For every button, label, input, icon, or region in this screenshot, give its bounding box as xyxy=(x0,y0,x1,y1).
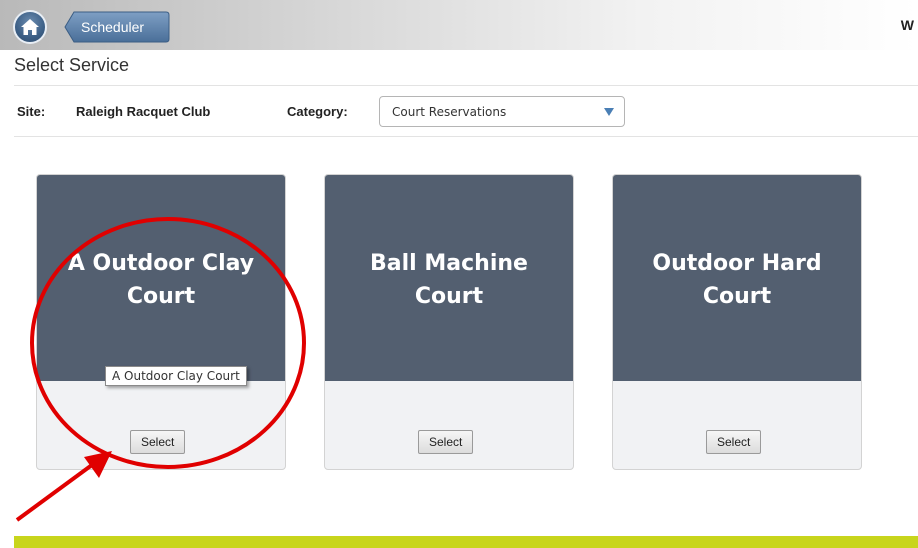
top-bar: Scheduler W xyxy=(0,0,918,50)
select-button[interactable]: Select xyxy=(706,430,762,454)
site-label: Site: xyxy=(17,104,46,119)
site-value: Raleigh Racquet Club xyxy=(76,104,211,119)
divider xyxy=(14,136,918,137)
footer-bar xyxy=(14,536,918,548)
service-title: Outdoor Hard Court xyxy=(652,251,822,309)
service-card-header: A Outdoor Clay Court xyxy=(37,175,285,381)
annotation-arrow-shaft xyxy=(15,460,98,522)
service-card-ball-machine[interactable]: Ball Machine Court Select xyxy=(324,174,574,470)
select-button[interactable]: Select xyxy=(130,430,186,454)
home-icon xyxy=(21,19,39,35)
service-card-hard[interactable]: Outdoor Hard Court Select xyxy=(612,174,862,470)
dropdown-arrow-icon xyxy=(604,108,614,116)
service-card-header: Ball Machine Court xyxy=(325,175,573,381)
divider xyxy=(14,85,918,86)
category-select-value: Court Reservations xyxy=(392,105,507,119)
category-label: Category: xyxy=(287,104,348,119)
tooltip: A Outdoor Clay Court xyxy=(105,366,247,386)
page-title: Select Service xyxy=(14,55,130,75)
service-title: A Outdoor Clay Court xyxy=(67,251,255,309)
service-title: Ball Machine Court xyxy=(370,251,528,309)
service-card-clay[interactable]: A Outdoor Clay Court Select xyxy=(36,174,286,470)
breadcrumb-scheduler[interactable]: Scheduler xyxy=(64,11,170,43)
breadcrumb-label: Scheduler xyxy=(81,19,145,35)
select-button[interactable]: Select xyxy=(418,430,474,454)
welcome-text: W xyxy=(900,17,914,33)
category-select[interactable]: Court Reservations xyxy=(379,96,625,127)
service-card-header: Outdoor Hard Court xyxy=(613,175,861,381)
home-button[interactable] xyxy=(13,10,47,44)
